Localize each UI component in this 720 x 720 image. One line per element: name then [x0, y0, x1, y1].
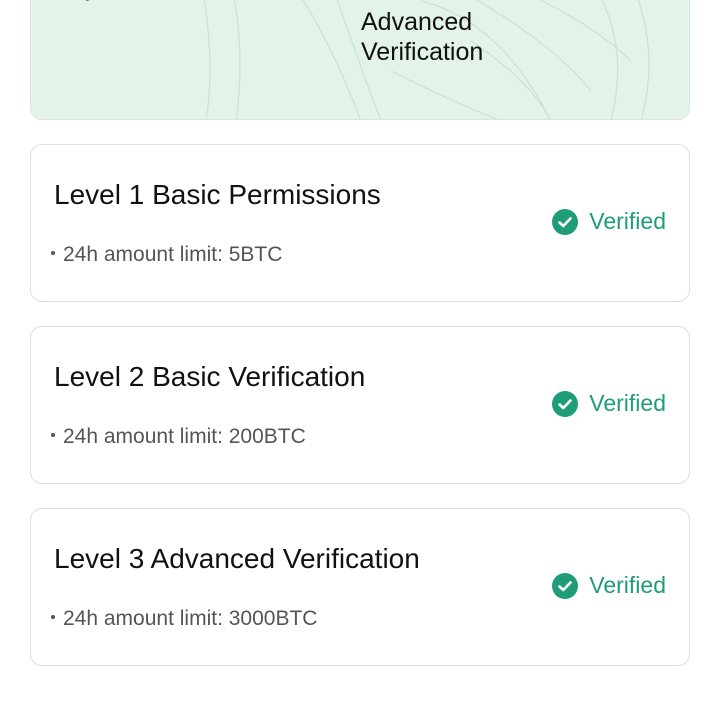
amount-limit-text: 24h amount limit: 5BTC — [63, 243, 283, 266]
verified-status: Verified — [552, 208, 666, 235]
level-title: Level 2 Basic Verification — [54, 361, 366, 392]
level-2-card[interactable]: Level 2 Basic Verification 24h amount li… — [30, 326, 690, 484]
check-circle-icon — [552, 572, 579, 599]
banner-level-title: Advanced Verification — [361, 7, 561, 67]
current-level-banner: y Advanced Verification — [30, 0, 690, 120]
status-label: Verified — [589, 208, 666, 234]
status-label: Verified — [589, 390, 666, 416]
level-title: Level 3 Advanced Verification — [54, 543, 420, 574]
banner-title-line-2: Verification — [361, 38, 484, 66]
level-1-card[interactable]: Level 1 Basic Permissions 24h amount lim… — [30, 144, 690, 302]
amount-limit: 24h amount limit: 5BTC — [51, 243, 282, 267]
amount-limit-text: 24h amount limit: 200BTC — [63, 425, 306, 448]
status-label: Verified — [589, 572, 666, 598]
check-circle-icon — [552, 208, 579, 235]
bullet-dot — [51, 615, 55, 620]
check-circle-icon — [552, 390, 579, 417]
amount-limit-text: 24h amount limit: 3000BTC — [63, 607, 318, 630]
banner-title-line-1: Advanced — [361, 8, 473, 36]
level-title: Level 1 Basic Permissions — [54, 179, 381, 210]
bullet-dot — [51, 433, 55, 438]
verified-status: Verified — [552, 390, 666, 417]
bullet-dot — [51, 251, 55, 256]
amount-limit: 24h amount limit: 3000BTC — [51, 607, 317, 631]
level-3-card[interactable]: Level 3 Advanced Verification 24h amount… — [30, 508, 690, 666]
amount-limit: 24h amount limit: 200BTC — [51, 425, 306, 449]
verification-levels-page: y Advanced Verification Level 1 Basic Pe… — [0, 0, 720, 720]
verified-status: Verified — [552, 572, 666, 599]
